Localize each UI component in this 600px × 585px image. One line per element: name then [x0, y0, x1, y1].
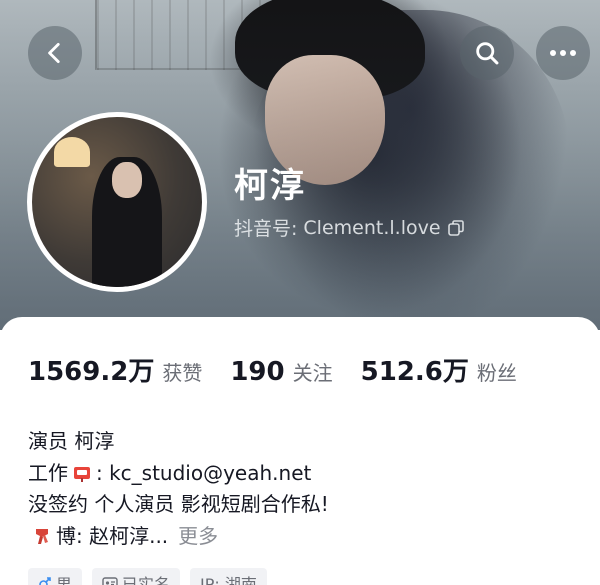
- tag-gender: 男: [28, 568, 83, 585]
- avatar-lamp: [54, 137, 90, 167]
- avatar-figure-face: [112, 162, 142, 198]
- male-icon: [39, 577, 51, 585]
- search-button[interactable]: [460, 26, 514, 80]
- copy-icon[interactable]: [447, 219, 465, 237]
- douyin-id-value: Clement.l.love: [303, 216, 441, 239]
- douyin-id-label: 抖音号:: [234, 218, 298, 240]
- scarf-icon: [36, 529, 48, 545]
- more-options-button[interactable]: [536, 26, 590, 80]
- bio-line-2-prefix: 工作: [28, 460, 68, 485]
- tag-verified: 已实名: [92, 568, 181, 585]
- bio-line-1: 演员 柯淳: [28, 429, 115, 453]
- tag-label: 已实名: [122, 575, 171, 585]
- avatar[interactable]: [27, 112, 207, 292]
- tag-ip-location: IP: 湖南: [190, 568, 267, 585]
- profile-name: 柯淳: [234, 166, 306, 206]
- bio-section: 演员 柯淳 工作 : kc_studio@yeah.net 没签约 个人演员 影…: [28, 426, 329, 552]
- stats-row: 1569.2万 获赞 190 关注 512.6万 粉丝: [28, 351, 545, 388]
- tag-label: 男: [56, 575, 73, 585]
- stat-followers[interactable]: 512.6万 粉丝: [361, 351, 517, 388]
- bio-more-link[interactable]: 更多: [178, 521, 218, 553]
- chevron-left-icon: [48, 42, 60, 64]
- stat-label: 获赞: [162, 361, 203, 385]
- more-horizontal-icon: [550, 50, 576, 56]
- search-icon: [476, 42, 499, 65]
- stat-label: 关注: [292, 361, 333, 385]
- id-card-icon: [102, 577, 118, 585]
- bio-line-3: 没签约 个人演员 影视短剧合作私!: [28, 492, 329, 516]
- stat-following[interactable]: 190 关注: [230, 357, 332, 387]
- bio-line-2-email: : kc_studio@yeah.net: [96, 460, 312, 485]
- mailbox-icon: [74, 467, 90, 483]
- stat-value: 1569.2万: [28, 357, 155, 387]
- bio-line-4[interactable]: 博: 赵柯淳... 更多: [28, 521, 329, 553]
- bio-line-4-text: 博: 赵柯淳...: [56, 523, 169, 548]
- back-button[interactable]: [28, 26, 82, 80]
- stat-value: 512.6万: [360, 357, 469, 387]
- bio-line-2: 工作 : kc_studio@yeah.net: [28, 458, 329, 490]
- stat-value: 190: [230, 357, 285, 387]
- stat-label: 粉丝: [476, 361, 517, 385]
- stat-likes[interactable]: 1569.2万 获赞: [28, 351, 202, 388]
- profile-tags: 男 已实名 IP: 湖南: [28, 568, 267, 585]
- douyin-id-row[interactable]: 抖音号: Clement.l.love: [234, 214, 465, 241]
- tag-label: IP: 湖南: [200, 575, 257, 585]
